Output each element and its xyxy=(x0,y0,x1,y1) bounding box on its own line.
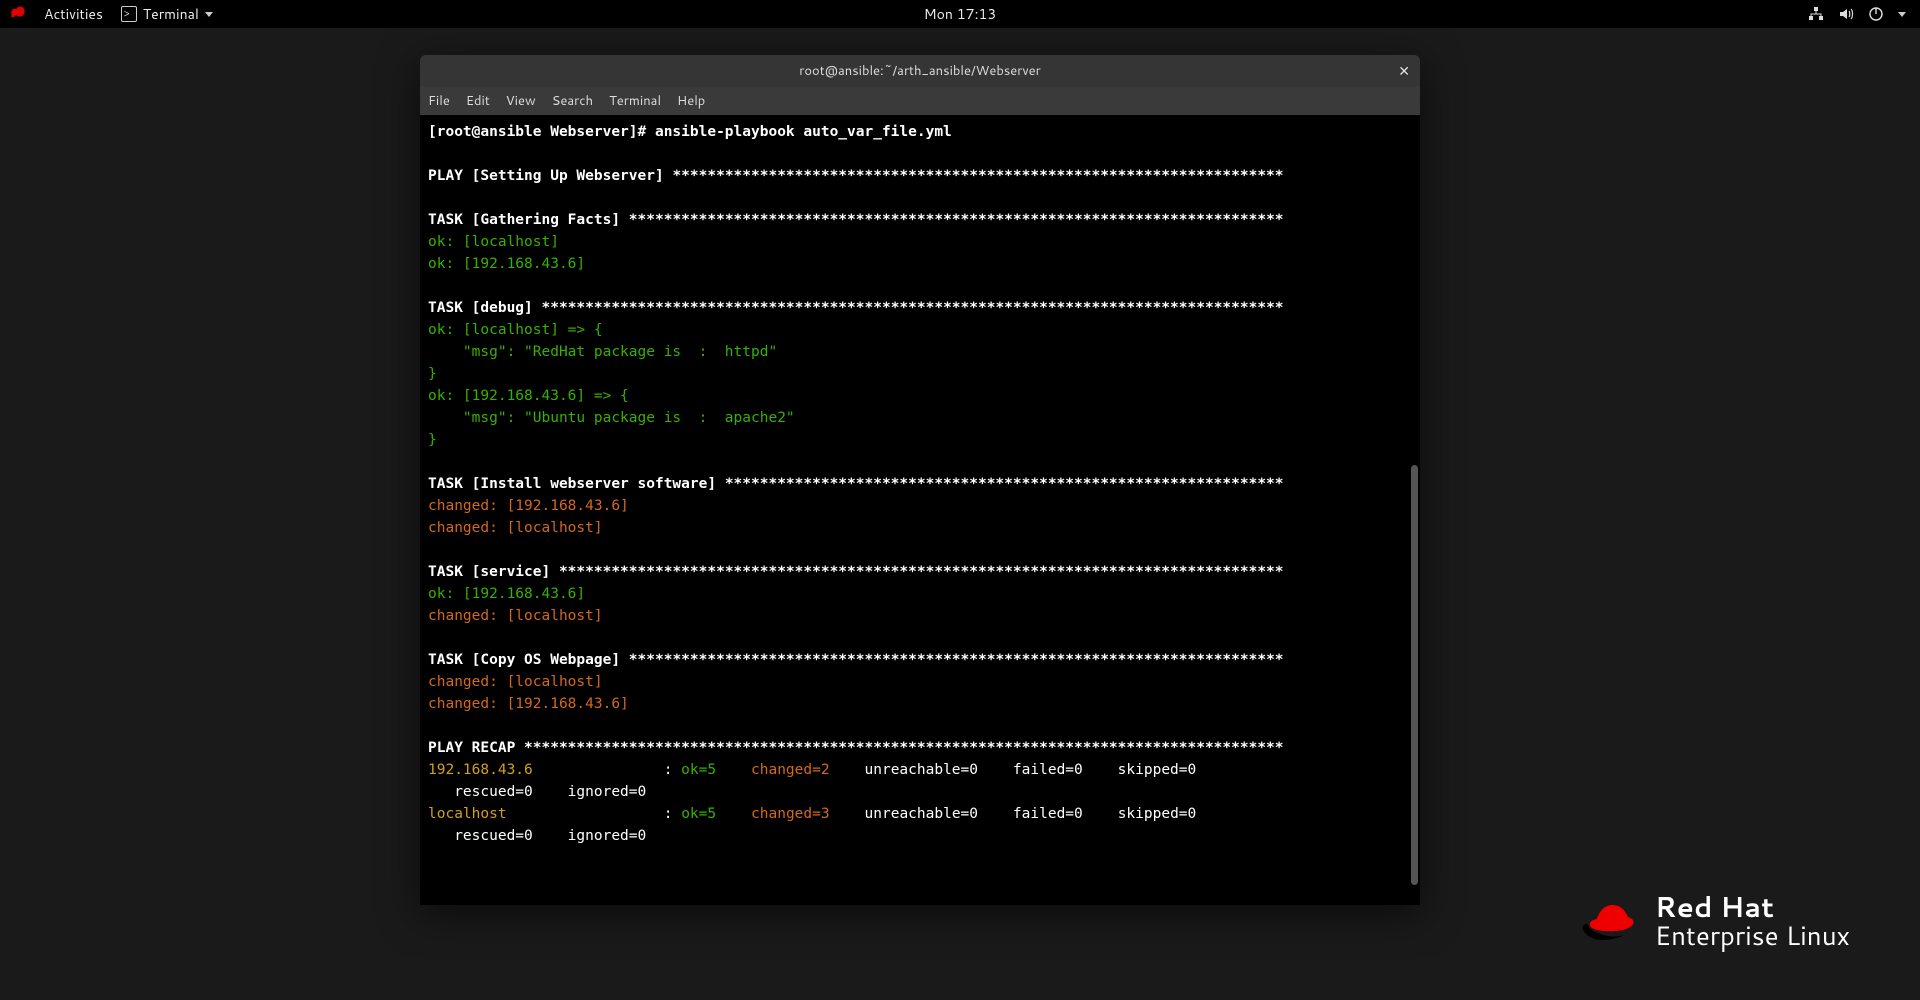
ok-localhost: ok: [localhost] xyxy=(428,234,559,250)
changed-ip-1: changed: [192.168.43.6] xyxy=(428,498,629,514)
redhat-hat-icon xyxy=(1581,897,1637,947)
task-debug-stars: ****************************************… xyxy=(542,300,1284,316)
ok-ip-2: ok: [192.168.43.6] xyxy=(428,586,585,602)
debug-ip-open: ok: [192.168.43.6] => { xyxy=(428,388,629,404)
task-service-stars: ****************************************… xyxy=(559,564,1284,580)
task-install: TASK [Install webserver software] xyxy=(428,476,725,492)
terminal-scrollbar[interactable] xyxy=(1411,465,1418,885)
recap2-sep: : xyxy=(507,806,682,822)
recap1-line2: rescued=0 ignored=0 xyxy=(428,784,646,800)
recap-stars: ****************************************… xyxy=(524,740,1284,756)
debug-ip-close: } xyxy=(428,432,437,448)
ok-ip: ok: [192.168.43.6] xyxy=(428,256,585,272)
menu-view[interactable]: View xyxy=(506,92,536,110)
recap2-rest: unreachable=0 failed=0 skipped=0 xyxy=(830,806,1197,822)
recap2-host: localhost xyxy=(428,806,507,822)
menu-help[interactable]: Help xyxy=(677,92,705,110)
volume-icon[interactable] xyxy=(1838,6,1854,22)
power-icon[interactable] xyxy=(1868,6,1884,22)
terminal-window: root@ansible:~/arth_ansible/Webserver ✕ … xyxy=(420,55,1420,905)
chevron-down-icon xyxy=(205,12,213,17)
prompt-line: [root@ansible Webserver]# ansible-playbo… xyxy=(428,124,952,140)
recap1-host: 192.168.43.6 xyxy=(428,762,533,778)
gnome-topbar: Activities Terminal Mon 17:13 xyxy=(0,0,1920,28)
brand-text-bottom: Enterprise Linux xyxy=(1655,923,1850,950)
menu-edit[interactable]: Edit xyxy=(466,92,490,110)
changed-local-1: changed: [localhost] xyxy=(428,520,603,536)
recap-header: PLAY RECAP xyxy=(428,740,524,756)
task-facts-stars: ****************************************… xyxy=(629,212,1284,228)
task-debug: TASK [debug] xyxy=(428,300,542,316)
play-stars: ****************************************… xyxy=(672,168,1283,184)
terminal-body[interactable]: [root@ansible Webserver]# ansible-playbo… xyxy=(420,115,1420,905)
play-header: PLAY [Setting Up Webserver] xyxy=(428,168,672,184)
recap2-changed: changed=3 xyxy=(751,806,830,822)
recap2-sp1 xyxy=(716,806,751,822)
recap1-ok: ok=5 xyxy=(681,762,716,778)
task-facts: TASK [Gathering Facts] xyxy=(428,212,629,228)
task-install-stars: ****************************************… xyxy=(725,476,1284,492)
window-close-button[interactable]: ✕ xyxy=(1398,61,1410,81)
activities-button[interactable]: Activities xyxy=(44,4,103,24)
fedora-logo xyxy=(10,4,26,25)
recap1-sp1 xyxy=(716,762,751,778)
terminal-app-label: Terminal xyxy=(143,4,199,24)
recap2-ok: ok=5 xyxy=(681,806,716,822)
task-copy: TASK [Copy OS Webpage] xyxy=(428,652,629,668)
recap2-line2: rescued=0 ignored=0 xyxy=(428,828,646,844)
system-menu-caret-icon[interactable] xyxy=(1898,12,1906,17)
clock-label: Mon 17:13 xyxy=(924,4,996,24)
changed-ip-2: changed: [192.168.43.6] xyxy=(428,696,629,712)
debug-ip-msg: "msg": "Ubuntu package is : apache2" xyxy=(428,410,795,426)
network-icon[interactable] xyxy=(1808,6,1824,22)
fedora-icon xyxy=(10,4,26,25)
menu-file[interactable]: File xyxy=(428,92,450,110)
changed-local-2: changed: [localhost] xyxy=(428,608,603,624)
redhat-brand: Red Hat Enterprise Linux xyxy=(1581,893,1850,950)
menu-terminal[interactable]: Terminal xyxy=(609,92,661,110)
terminal-icon xyxy=(121,6,137,22)
activities-label: Activities xyxy=(44,4,103,24)
menu-search[interactable]: Search xyxy=(552,92,593,110)
recap1-sep: : xyxy=(533,762,681,778)
task-copy-stars: ****************************************… xyxy=(629,652,1284,668)
window-titlebar[interactable]: root@ansible:~/arth_ansible/Webserver ✕ xyxy=(420,55,1420,87)
debug-local-msg: "msg": "RedHat package is : httpd" xyxy=(428,344,777,360)
close-icon: ✕ xyxy=(1398,61,1410,81)
task-service: TASK [service] xyxy=(428,564,559,580)
window-title: root@ansible:~/arth_ansible/Webserver xyxy=(799,62,1041,80)
debug-local-close: } xyxy=(428,366,437,382)
recap1-changed: changed=2 xyxy=(751,762,830,778)
terminal-menubar: File Edit View Search Terminal Help xyxy=(420,87,1420,115)
recap1-rest: unreachable=0 failed=0 skipped=0 xyxy=(830,762,1197,778)
terminal-app-indicator[interactable]: Terminal xyxy=(121,4,213,24)
debug-local-open: ok: [localhost] => { xyxy=(428,322,603,338)
changed-local-3: changed: [localhost] xyxy=(428,674,603,690)
clock[interactable]: Mon 17:13 xyxy=(924,4,996,24)
